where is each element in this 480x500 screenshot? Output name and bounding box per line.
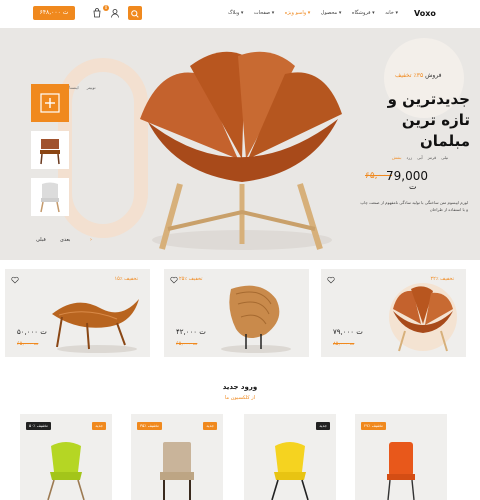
product-chair-image	[47, 442, 85, 500]
nav-item-product[interactable]: محصول ▾	[321, 10, 342, 20]
promo-discount: ۱۵٪ تخفیف	[115, 276, 139, 282]
add-image-icon	[40, 93, 60, 113]
nav-item-home[interactable]: خانه ▾	[385, 10, 398, 20]
promo-price: ۷۹,۰۰۰ ت	[333, 328, 363, 336]
promo-discount-value: ۲۲٪ تخفیف	[430, 276, 455, 282]
promo-price: ۵۰,۰۰۰ ت	[17, 328, 47, 336]
color-option-indigo[interactable]: نیلی	[441, 155, 448, 160]
product-card-1[interactable]: ۵۰٪ تخفیف جدید	[20, 414, 112, 500]
promo-old-price: ۶۵,۰۰۰ ت	[176, 341, 198, 347]
promo-card-2[interactable]: ۲۵٪ تخفیف ۴۲,۰۰۰ ت ۶۵,۰۰۰ ت	[164, 269, 309, 357]
color-option-blue[interactable]: آبی	[417, 155, 423, 160]
hero-description: لورم ایپسوم متن ساختگی با تولید سادگی نا…	[360, 200, 468, 212]
promo-discount: ۲۵٪ تخفیف	[179, 276, 203, 282]
product-discount-badge: ۲۷٪ تخفیف	[361, 422, 386, 430]
product-card-4[interactable]: ۲۷٪ تخفیف	[355, 414, 447, 500]
product-new-badge: جدید	[203, 422, 217, 430]
hero-title-line-2: تازه ترین	[401, 111, 470, 129]
chair-thumbnail-image	[40, 139, 60, 165]
product-new-badge: جدید	[316, 422, 330, 430]
promo-card-3[interactable]: ۲۲٪ تخفیف ۷۹,۰۰۰ ت ۸۵,۰۰۰ ت	[321, 269, 466, 357]
social-twitter-link[interactable]: توییتر	[87, 85, 96, 90]
nav-item-shop[interactable]: فروشگاه ▾	[352, 10, 375, 20]
shopping-bag-icon[interactable]	[92, 8, 102, 18]
search-button[interactable]	[128, 6, 142, 20]
discount-value: ۳۵٪ تخفیف	[395, 72, 424, 79]
product-chair-image	[387, 442, 415, 500]
chevron-right-icon[interactable]: ›	[90, 237, 92, 243]
hero-slider: فیسبوک اینستاگرام توییتر قبلی بعدی ›	[0, 28, 480, 260]
search-icon	[131, 10, 139, 18]
promo-price: ۴۲,۰۰۰ ت	[176, 328, 206, 336]
nav-item-blog[interactable]: وبلاگ ▾	[228, 10, 243, 20]
promo-old-price: ۸۵,۰۰۰ ت	[333, 341, 355, 347]
user-icon[interactable]	[110, 8, 120, 18]
promo-card-1[interactable]: ۱۵٪ تخفیف ۵۰,۰۰۰ ت ۶۵,۰۰۰ ت	[5, 269, 150, 357]
cart-badge: 0	[103, 5, 109, 11]
nav-item-pages[interactable]: صفحات ▾	[254, 10, 274, 20]
chair-thumbnail-image	[40, 182, 60, 213]
thumbnail-chair-white[interactable]	[31, 178, 69, 216]
main-nav: خانه ▾ فروشگاه ▾ محصول ▾ واسو ویژه ▾ صفح…	[228, 10, 398, 20]
hero-new-price: 79,000	[386, 169, 428, 183]
next-label: بعدی	[60, 237, 71, 243]
color-option-yellow[interactable]: زرد	[406, 155, 412, 160]
discount-prefix: فروش	[425, 72, 442, 79]
prev-label: قبلی	[36, 237, 46, 243]
promo-chair-image	[389, 283, 457, 352]
color-option-red[interactable]: قرمز	[428, 155, 436, 160]
thumbnail-chair-wood[interactable]	[31, 131, 69, 169]
color-options: بنفش زرد آبی قرمز نیلی	[392, 155, 448, 160]
product-chair-image	[271, 442, 309, 500]
hero-currency: ت	[409, 182, 417, 191]
product-card-3[interactable]: جدید	[244, 414, 336, 500]
nav-item-special[interactable]: واسو ویژه ▾	[285, 10, 310, 20]
promo-discount-value: ۲۵٪ تخفیف	[179, 276, 203, 282]
heart-icon[interactable]	[11, 276, 19, 284]
site-header: ۶۴۸,۰۰۰ ت 0 خانه ▾ فروشگاه ▾ محصول ▾ واس…	[0, 0, 480, 28]
product-new-badge: جدید	[92, 422, 106, 430]
hero-title-line-1: جدیدترین و	[387, 90, 470, 108]
promo-discount: ۲۲٪ تخفیف	[431, 276, 455, 282]
hero-next-button[interactable]: بعدی	[60, 237, 70, 243]
heart-icon[interactable]	[327, 276, 335, 284]
hero-title: جدیدترین و تازه ترین مبلمان	[360, 89, 470, 152]
product-card-2[interactable]: ۳۵٪ تخفیف جدید	[131, 414, 223, 500]
promo-chair-image	[52, 299, 139, 353]
product-discount-badge: ۳۵٪ تخفیف	[137, 422, 162, 430]
heart-icon[interactable]	[170, 276, 178, 284]
hero-discount: فروش ۳۵٪ تخفیف	[395, 72, 442, 79]
section-subtitle: از کلکسیون ما	[224, 395, 256, 401]
promo-old-price: ۶۵,۰۰۰ ت	[17, 341, 39, 347]
section-title: ورود جدید	[222, 383, 258, 391]
cart-total-button[interactable]: ۶۴۸,۰۰۰ ت	[33, 6, 75, 20]
hero-title-line-3: مبلمان	[419, 132, 470, 150]
hero-prev-button[interactable]: قبلی	[36, 237, 46, 243]
product-discount-badge: ۵۰٪ تخفیف	[26, 422, 51, 430]
promo-discount-value: ۱۵٪ تخفیف	[114, 276, 139, 282]
product-chair-image	[160, 442, 194, 500]
site-logo[interactable]: Voxo	[414, 9, 436, 18]
hero-chair-image	[140, 51, 342, 250]
thumbnail-add[interactable]	[31, 84, 69, 122]
promo-chair-image	[221, 285, 291, 353]
color-option-purple[interactable]: بنفش	[392, 155, 401, 160]
